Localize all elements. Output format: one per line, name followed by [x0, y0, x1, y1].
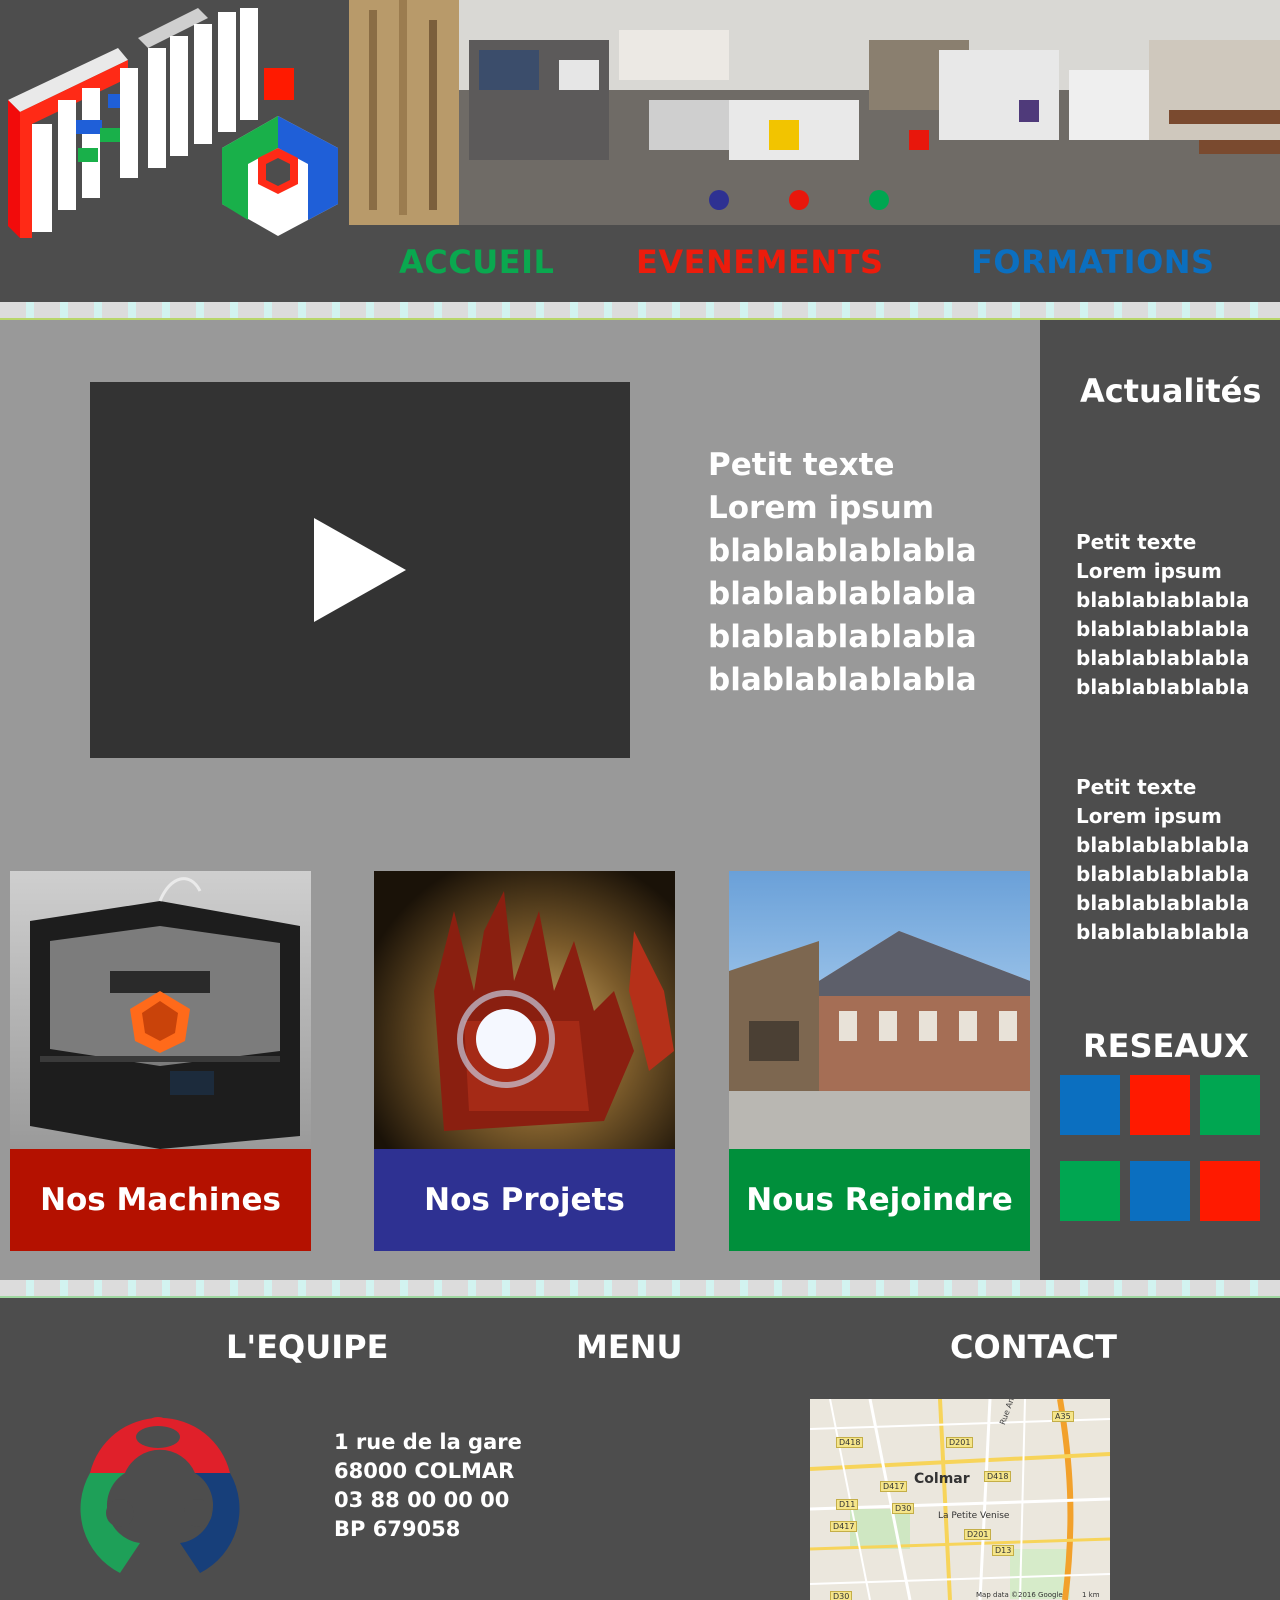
map-road-label: D417: [830, 1521, 858, 1532]
social-button-6[interactable]: [1200, 1161, 1260, 1221]
map-road-label: D201: [964, 1529, 992, 1540]
news-line: blablablablabla: [1076, 833, 1250, 857]
intro-line: blablablablabla: [708, 533, 977, 569]
card-label[interactable]: Nos Projets: [374, 1149, 675, 1251]
play-icon[interactable]: [314, 518, 406, 622]
news-line: blablablablabla: [1076, 588, 1250, 612]
address-line: BP 679058: [334, 1517, 461, 1541]
news-line: Lorem ipsum: [1076, 804, 1222, 828]
building-photo: [729, 871, 1030, 1149]
news-sidebar: Actualités Petit texte Lorem ipsum blabl…: [1040, 320, 1280, 1280]
intro-line: Lorem ipsum: [708, 490, 935, 526]
map-road-label: D30: [892, 1503, 915, 1514]
fablab-logo-icon[interactable]: [70, 1403, 250, 1583]
site-header: ACCUEIL EVENEMENTS FORMATIONS: [0, 0, 1280, 302]
intro-text: Petit texte Lorem ipsum blablablablabla …: [708, 444, 1028, 702]
news-item[interactable]: Petit texte Lorem ipsum blablablablabla …: [1076, 528, 1276, 702]
nav-formations[interactable]: FORMATIONS: [971, 243, 1215, 281]
news-item[interactable]: Petit texte Lorem ipsum blablablablabla …: [1076, 773, 1276, 947]
map-road-label: D201: [946, 1437, 974, 1448]
news-line: blablablablabla: [1076, 675, 1250, 699]
video-player[interactable]: [90, 382, 630, 758]
intro-line: Petit texte: [708, 447, 895, 483]
site-footer: L'EQUIPE MENU CONTACT 1 rue de la gare 6…: [0, 1298, 1280, 1600]
news-title: Actualités: [1080, 372, 1262, 410]
news-line: Petit texte: [1076, 530, 1197, 554]
news-line: blablablablabla: [1076, 646, 1250, 670]
social-button-3[interactable]: [1200, 1075, 1260, 1135]
slide-dot-3[interactable]: [869, 190, 889, 210]
hero-slideshow[interactable]: [349, 0, 1280, 225]
building-icon: [729, 931, 1030, 1149]
social-button-1[interactable]: [1060, 1075, 1120, 1135]
address-line: 68000 COLMAR: [334, 1459, 515, 1483]
news-line: Lorem ipsum: [1076, 559, 1222, 583]
news-line: Petit texte: [1076, 775, 1197, 799]
3d-printer-photo: [10, 871, 311, 1149]
location-map[interactable]: D418 D201 D417 D11 D30 D417 D201 D13 D41…: [810, 1399, 1110, 1600]
social-button-2[interactable]: [1130, 1075, 1190, 1135]
news-line: blablablablabla: [1076, 862, 1250, 886]
slide-dot-1[interactable]: [709, 190, 729, 210]
workshop-photo: [349, 0, 1280, 225]
address-line: 1 rue de la gare: [334, 1430, 522, 1454]
address-line[interactable]: 03 88 00 00 00: [334, 1486, 522, 1515]
reseaux-title: RESEAUX: [1083, 1027, 1249, 1065]
map-scale: 1 km: [1082, 1591, 1100, 1599]
intro-line: blablablablabla: [708, 619, 977, 655]
card-nos-machines[interactable]: Nos Machines: [10, 871, 311, 1251]
freelab-logo[interactable]: [8, 8, 343, 240]
map-road-label: D11: [836, 1499, 859, 1510]
map-road-label: D417: [880, 1481, 908, 1492]
map-road-label: D13: [992, 1545, 1015, 1556]
nav-evenements[interactable]: EVENEMENTS: [636, 243, 883, 281]
iron-man-hand-photo: [374, 871, 675, 1149]
news-line: blablablablabla: [1076, 617, 1250, 641]
map-road-label: A35: [1052, 1411, 1074, 1422]
card-label[interactable]: Nous Rejoindre: [729, 1149, 1030, 1251]
map-city-label: Colmar: [914, 1471, 970, 1487]
social-button-4[interactable]: [1060, 1161, 1120, 1221]
social-button-5[interactable]: [1130, 1161, 1190, 1221]
news-line: blablablablabla: [1076, 920, 1250, 944]
slide-dot-2[interactable]: [789, 190, 809, 210]
intro-line: blablablablabla: [708, 662, 977, 698]
footer-contact-heading[interactable]: CONTACT: [950, 1328, 1117, 1366]
card-label[interactable]: Nos Machines: [10, 1149, 311, 1251]
main-nav: ACCUEIL EVENEMENTS FORMATIONS: [349, 225, 1280, 302]
contact-address: 1 rue de la gare 68000 COLMAR 03 88 00 0…: [334, 1428, 522, 1544]
3d-printer-icon: [30, 877, 300, 1149]
map-road-label: D418: [984, 1471, 1012, 1482]
map-road-label: D30: [830, 1591, 853, 1600]
nav-accueil[interactable]: ACCUEIL: [399, 243, 554, 281]
main-content: Petit texte Lorem ipsum blablablablabla …: [0, 320, 1040, 1280]
footer-equipe-heading[interactable]: L'EQUIPE: [226, 1328, 388, 1366]
map-road-label: D418: [836, 1437, 864, 1448]
map-place-label: La Petite Venise: [938, 1511, 1010, 1521]
card-nos-projets[interactable]: Nos Projets: [374, 871, 675, 1251]
map-credit: Map data ©2016 Google: [976, 1591, 1063, 1599]
footer-menu-heading[interactable]: MENU: [576, 1328, 682, 1366]
card-nous-rejoindre[interactable]: Nous Rejoindre: [729, 871, 1030, 1251]
iron-man-hand-icon: [434, 891, 674, 1131]
intro-line: blablablablabla: [708, 576, 977, 612]
news-line: blablablablabla: [1076, 891, 1250, 915]
